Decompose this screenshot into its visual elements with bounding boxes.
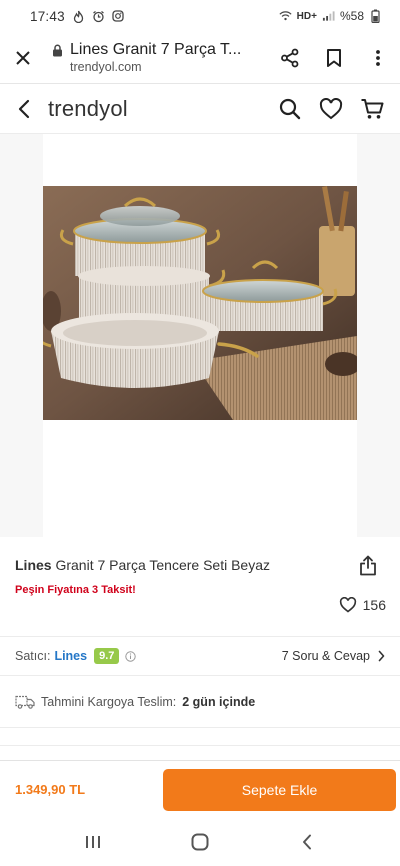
qa-link[interactable]: 7 Soru & Cevap bbox=[282, 649, 385, 663]
cart-button[interactable] bbox=[351, 84, 392, 134]
cart-icon bbox=[361, 98, 383, 119]
close-tab-button[interactable] bbox=[0, 32, 46, 84]
favorites-button[interactable] bbox=[310, 84, 351, 134]
status-bar: 17:43 HD+ %58 bbox=[0, 0, 400, 32]
header-actions bbox=[269, 84, 400, 134]
seller-label: Satıcı: bbox=[15, 649, 51, 663]
system-back-button[interactable] bbox=[277, 822, 337, 862]
wifi-icon bbox=[279, 10, 292, 23]
page: 17:43 HD+ %58 Lines Granit 7 Parça T... … bbox=[0, 0, 400, 866]
network-type: HD+ bbox=[296, 10, 317, 22]
home-button[interactable] bbox=[170, 822, 230, 862]
back-button[interactable] bbox=[0, 84, 48, 134]
system-nav-bar bbox=[0, 818, 400, 866]
trendyol-logo[interactable]: trendyol bbox=[48, 96, 128, 122]
product-brand[interactable]: Lines bbox=[15, 557, 52, 573]
divider bbox=[0, 745, 400, 746]
delivery-value: 2 gün içinde bbox=[182, 694, 256, 709]
back-arrow-icon bbox=[302, 834, 311, 850]
search-button[interactable] bbox=[269, 84, 310, 134]
installment-note: Peşin Fiyatına 3 Taksit! bbox=[15, 584, 136, 596]
close-icon bbox=[16, 50, 30, 65]
chevron-right-icon bbox=[378, 650, 385, 662]
product-image[interactable] bbox=[43, 186, 357, 420]
chevron-left-icon bbox=[18, 99, 30, 118]
browser-toolbar: Lines Granit 7 Parça T... trendyol.com bbox=[0, 32, 400, 84]
gallery-card[interactable] bbox=[43, 134, 357, 537]
browser-address[interactable]: Lines Granit 7 Parça T... trendyol.com bbox=[46, 41, 268, 74]
product-info: Lines Granit 7 Parça Tencere Seti Beyaz … bbox=[0, 537, 400, 637]
delivery-label: Tahmini Kargoya Teslim: bbox=[41, 694, 177, 709]
info-icon[interactable] bbox=[125, 650, 137, 662]
browser-title-row: Lines Granit 7 Parça T... bbox=[52, 41, 268, 59]
add-to-cart-bar: 1.349,90 TL Sepete Ekle bbox=[0, 760, 400, 818]
bookmark-button[interactable] bbox=[312, 32, 356, 84]
delivery-row: Tahmini Kargoya Teslim: 2 gün içinde bbox=[0, 676, 400, 728]
page-title: Lines Granit 7 Parça T... bbox=[70, 41, 242, 58]
instagram-icon bbox=[112, 10, 125, 23]
favorite-button[interactable]: 156 bbox=[339, 597, 386, 613]
recent-apps-icon bbox=[86, 836, 101, 848]
status-left: 17:43 bbox=[30, 9, 125, 24]
status-time: 17:43 bbox=[30, 8, 65, 24]
share-product-button[interactable] bbox=[356, 553, 380, 577]
browser-actions bbox=[268, 32, 400, 84]
heart-outline-icon bbox=[339, 597, 356, 613]
add-to-cart-button[interactable]: Sepete Ekle bbox=[163, 768, 396, 811]
share-page-button[interactable] bbox=[268, 32, 312, 84]
lock-icon bbox=[53, 44, 62, 56]
product-gallery bbox=[0, 134, 400, 537]
search-icon bbox=[279, 98, 300, 119]
fire-icon bbox=[72, 10, 85, 23]
seller-name-link[interactable]: Lines bbox=[54, 649, 87, 663]
alarm-icon bbox=[92, 10, 105, 23]
favorite-count: 156 bbox=[362, 597, 386, 613]
share-upload-icon bbox=[360, 555, 376, 575]
bookmark-icon bbox=[327, 48, 341, 67]
product-title: Lines Granit 7 Parça Tencere Seti Beyaz bbox=[15, 557, 270, 573]
signal-icon bbox=[322, 10, 335, 23]
price: 1.349,90 TL bbox=[15, 782, 86, 797]
share-icon bbox=[281, 48, 299, 67]
seller-row: Satıcı: Lines 9.7 7 Soru & Cevap bbox=[0, 637, 400, 676]
page-url: trendyol.com bbox=[70, 60, 142, 74]
home-icon bbox=[191, 833, 209, 851]
seller-score-badge: 9.7 bbox=[94, 648, 120, 664]
product-name: Granit 7 Parça Tencere Seti Beyaz bbox=[55, 557, 270, 573]
more-options-button[interactable] bbox=[356, 32, 400, 84]
recent-apps-button[interactable] bbox=[63, 822, 123, 862]
heart-icon bbox=[319, 97, 342, 119]
app-header: trendyol bbox=[0, 84, 400, 134]
battery-icon bbox=[369, 9, 382, 23]
battery-level: %58 bbox=[339, 9, 364, 23]
more-vert-icon bbox=[376, 49, 380, 66]
qa-label: 7 Soru & Cevap bbox=[281, 649, 370, 663]
status-right: HD+ %58 bbox=[279, 9, 382, 23]
truck-icon bbox=[15, 695, 35, 709]
